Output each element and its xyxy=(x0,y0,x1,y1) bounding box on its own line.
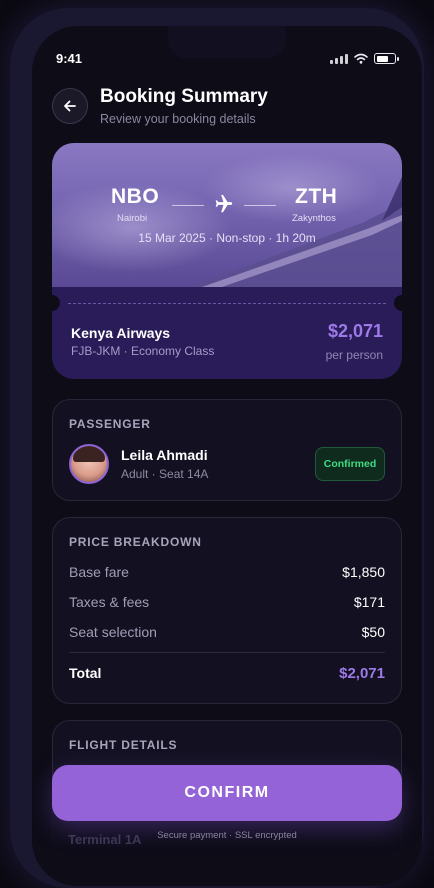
notch xyxy=(168,26,286,58)
ticket-notch-left xyxy=(52,295,60,311)
arrow-left-icon xyxy=(64,100,76,112)
page-subtitle: Review your booking details xyxy=(100,112,256,126)
avatar xyxy=(69,444,109,484)
origin-city: Nairobi xyxy=(117,213,148,224)
back-button[interactable] xyxy=(52,88,88,124)
status-time: 9:41 xyxy=(56,51,83,66)
origin-code: NBO xyxy=(111,185,160,208)
flight-card[interactable]: NBO Nairobi ZTH Zakynthos 15 Mar 2025 · … xyxy=(52,143,402,379)
price-row-label: Base fare xyxy=(69,564,129,580)
total-divider xyxy=(69,652,385,653)
ticket-price: $2,071 xyxy=(327,321,383,341)
secure-payment-note: Secure payment · SSL encrypted xyxy=(157,830,297,841)
confirm-button[interactable]: CONFIRM xyxy=(52,765,402,821)
price-row: Base fare $1,850 xyxy=(69,564,385,580)
total-row: Total $2,071 xyxy=(69,665,385,682)
route-line-right xyxy=(244,205,276,206)
total-value: $2,071 xyxy=(339,665,385,682)
status-badge: Confirmed xyxy=(315,447,385,481)
status-icons xyxy=(330,53,399,64)
price-breakdown-title: PRICE BREAKDOWN xyxy=(69,535,202,549)
total-label: Total xyxy=(69,665,102,681)
price-row-label: Seat selection xyxy=(69,624,157,640)
price-row-value: $50 xyxy=(361,624,385,640)
page-title: Booking Summary xyxy=(100,86,268,107)
passenger-panel: PASSENGER Leila Ahmadi Adult · Seat 14A … xyxy=(52,399,402,501)
price-breakdown-panel: PRICE BREAKDOWN Base fare $1,850 Taxes &… xyxy=(52,517,402,704)
airline-name: Kenya Airways xyxy=(71,325,171,341)
flight-hero-image: NBO Nairobi ZTH Zakynthos 15 Mar 2025 · … xyxy=(52,143,402,287)
phone-screen: 9:41 Booking Summary Review your booking… xyxy=(32,26,422,886)
airplane-icon xyxy=(215,194,233,213)
airplane-wing-image xyxy=(192,177,402,287)
destination-city: Zakynthos xyxy=(292,213,336,224)
wifi-icon xyxy=(354,53,368,64)
flight-details-title: FLIGHT DETAILS xyxy=(69,738,178,752)
flight-meta: 15 Mar 2025 · Non-stop · 1h 20m xyxy=(138,231,316,245)
ticket-divider xyxy=(68,303,386,304)
passenger-name: Leila Ahmadi xyxy=(121,447,208,463)
ticket-notch-right xyxy=(394,295,402,311)
price-row: Seat selection $50 xyxy=(69,624,385,640)
phone-frame: 9:41 Booking Summary Review your booking… xyxy=(10,8,424,888)
passenger-section-title: PASSENGER xyxy=(69,417,151,431)
destination-code: ZTH xyxy=(295,185,338,208)
price-row-label: Taxes & fees xyxy=(69,594,150,610)
battery-icon xyxy=(374,53,399,64)
price-row: Taxes & fees $171 xyxy=(69,594,385,610)
route-line-left xyxy=(172,205,204,206)
price-row-value: $1,850 xyxy=(342,564,385,580)
cellular-signal-icon xyxy=(330,53,348,64)
passenger-meta: Adult · Seat 14A xyxy=(121,467,209,481)
price-note: per person xyxy=(325,348,383,362)
route-class: FJB-JKM · Economy Class xyxy=(71,344,215,358)
price-row-value: $171 xyxy=(353,594,385,610)
